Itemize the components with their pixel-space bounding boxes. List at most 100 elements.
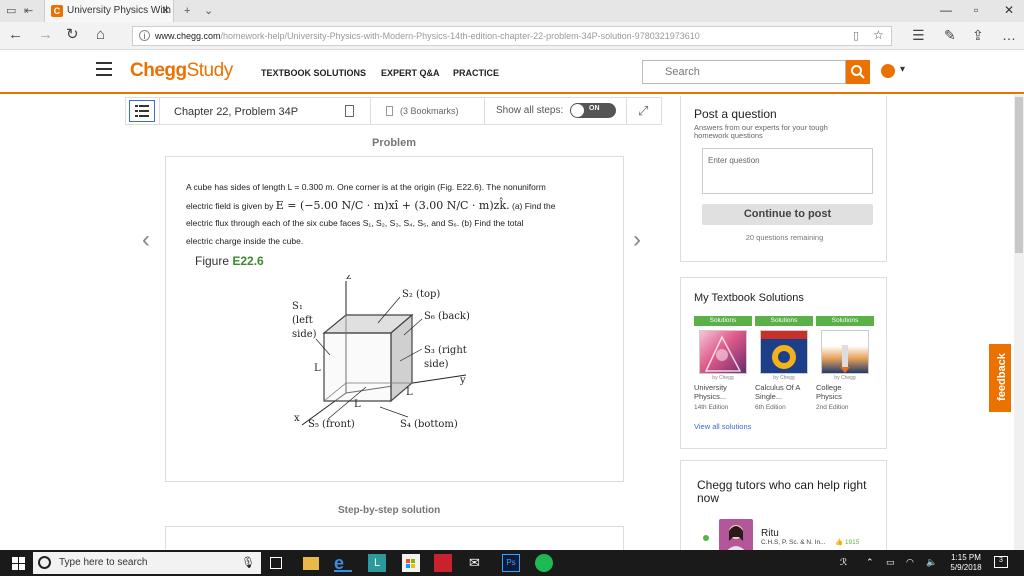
task-view-icon[interactable] [270,557,282,569]
store-icon[interactable] [402,554,420,572]
next-problem-chevron-icon[interactable]: › [633,226,641,254]
url-path: /homework-help/University-Physics-with-M… [220,31,700,41]
restore-icon[interactable]: ▫ [974,3,978,17]
search-placeholder: Search [665,66,700,78]
cube-figure: z S₂ (top) S₆ (back) S₁ (left side) S₃ (… [292,275,470,430]
windows-taskbar: Type here to search 🎙 e L ✉ Ps ℛ ⌃ ▭ ◠ 🔈… [0,550,1024,576]
reading-view-icon[interactable]: ▯ [853,29,859,42]
prev-problem-chevron-icon[interactable]: ‹ [142,226,150,254]
account-avatar-icon[interactable] [881,64,895,78]
file-explorer-icon[interactable] [303,557,319,570]
favorites-hub-icon[interactable]: ☰ [912,27,925,44]
view-all-solutions-link[interactable]: View all solutions [694,422,751,431]
volume-icon[interactable]: 🔈 [926,557,937,568]
taskbar-search-input[interactable]: Type here to search 🎙 [33,552,261,574]
nav-textbook-solutions[interactable]: TEXTBOOK SOLUTIONS [261,68,366,78]
problem-text-segment: (a) Find the [511,200,556,211]
scrollbar-thumb[interactable] [1015,97,1023,253]
page-scrollbar[interactable] [1014,95,1024,550]
notes-pen-icon[interactable]: ✎ [944,27,956,44]
show-all-steps-toggle[interactable]: ON [570,103,616,118]
step-by-step-heading: Step-by-step solution [338,505,441,516]
book-cover-image [760,330,808,374]
book-title-line: Physics... [694,391,727,401]
book-edition: 6th Edition [755,404,786,411]
search-button[interactable] [846,60,870,84]
bookmark-icon[interactable] [345,105,354,117]
tab-back-icon[interactable]: ⇤ [24,4,33,18]
textbook-item[interactable]: Solutions by Chegg University Physics...… [694,316,752,411]
chegg-brand: by Chegg [712,375,734,381]
mail-icon[interactable]: ✉ [469,554,487,572]
chegg-study-logo[interactable]: CheggStudy [130,60,233,82]
account-chevron-icon[interactable]: ▾ [900,64,905,75]
continue-to-post-button[interactable]: Continue to post [702,204,873,225]
nav-expert-qa[interactable]: EXPERT Q&A [381,68,440,78]
toolbar-divider [626,98,627,124]
tutor-photo [725,525,747,553]
solutions-tag: Solutions [816,316,874,326]
clock-time: 1:15 PM [951,553,981,562]
microphone-icon[interactable]: 🎙 [241,556,255,569]
minimize-icon[interactable]: — [940,3,952,17]
post-question-subtitle: Answers from our experts for your tough … [694,123,828,140]
spotify-icon[interactable] [535,554,553,572]
question-input[interactable]: Enter question [702,148,873,194]
tab-close-icon[interactable]: ✕ [161,4,170,17]
more-menu-icon[interactable]: … [1002,27,1016,43]
book-cover-image [821,330,869,374]
browser-tab[interactable]: C University Physics With ✕ [44,0,174,22]
favorite-star-icon[interactable]: ☆ [873,28,884,42]
url-text: www.chegg.com/homework-help/University-P… [155,31,795,41]
label-s3-side: side) [424,359,449,370]
book-cover-image [699,330,747,374]
feedback-tab[interactable]: feedback [988,343,1012,413]
home-icon[interactable]: ⌂ [96,27,105,43]
refresh-icon[interactable]: ↻ [66,27,79,43]
textbook-item[interactable]: Solutions by Chegg Calculus Of A Single.… [755,316,813,411]
windows-start-icon[interactable] [12,557,25,570]
site-info-icon[interactable]: i [139,30,150,41]
close-window-icon[interactable]: ✕ [1004,3,1014,17]
browser-tab-bar: ▭ ⇤ C University Physics With ✕ + ⌄ — ▫ … [0,0,1024,22]
figure-caption: Figure E22.6 [195,254,264,268]
forward-arrow-icon[interactable]: → [38,27,53,43]
wifi-icon[interactable]: ◠ [906,557,914,568]
photoshop-icon[interactable]: Ps [502,554,520,572]
tutor-name[interactable]: Ritu [761,528,779,539]
chegg-brand: by Chegg [834,375,856,381]
url-field[interactable]: i www.chegg.com/homework-help/University… [132,26,892,46]
hamburger-menu-icon[interactable] [96,62,112,76]
taskbar-clock[interactable]: 1:15 PM 5/9/2018 [946,553,986,573]
battery-icon[interactable]: ▭ [886,557,895,568]
textbook-item[interactable]: Solutions by Chegg College Physics 2nd E… [816,316,874,411]
tutor-avatar[interactable] [719,519,753,553]
label-s5-front: S₅ (front) [308,419,355,430]
nav-practice[interactable]: PRACTICE [453,68,499,78]
problem-line: electric charge inside the cube. [186,235,304,246]
bookmarks-count[interactable]: (3 Bookmarks) [400,106,459,116]
leader-line [379,406,409,418]
questions-remaining: 20 questions remaining [745,233,824,242]
problem-statement: A cube has sides of length L = 0.300 m. … [186,179,611,250]
tutors-card: Chegg tutors who can help right now Ritu… [680,460,887,560]
solutions-tag: Solutions [694,316,752,326]
share-icon[interactable]: ⇪ [972,27,984,44]
back-arrow-icon[interactable]: ← [8,27,23,43]
edge-label-L: L [406,387,413,398]
online-status-icon [703,535,709,541]
edge-browser-icon[interactable]: e [334,554,352,572]
edge-label-L: L [354,399,361,410]
new-tab-icon[interactable]: + [184,4,190,18]
problem-line: electric field is given by E = (−5.00 N/… [186,197,611,216]
tray-chevron-icon[interactable]: ⌃ [866,557,874,568]
chapter-list-button[interactable] [129,100,155,122]
notification-center-icon[interactable]: 3 [994,556,1008,568]
media-app-icon[interactable] [434,554,452,572]
search-input[interactable]: Search [642,60,846,84]
tab-list-chevron-icon[interactable]: ⌄ [204,4,213,18]
tab-preview-icon[interactable]: ▭ [6,4,16,18]
expand-fullscreen-icon[interactable]: ⤢ [638,103,648,119]
l-app-icon[interactable]: L [368,554,386,572]
people-icon[interactable]: ℛ [840,557,847,568]
